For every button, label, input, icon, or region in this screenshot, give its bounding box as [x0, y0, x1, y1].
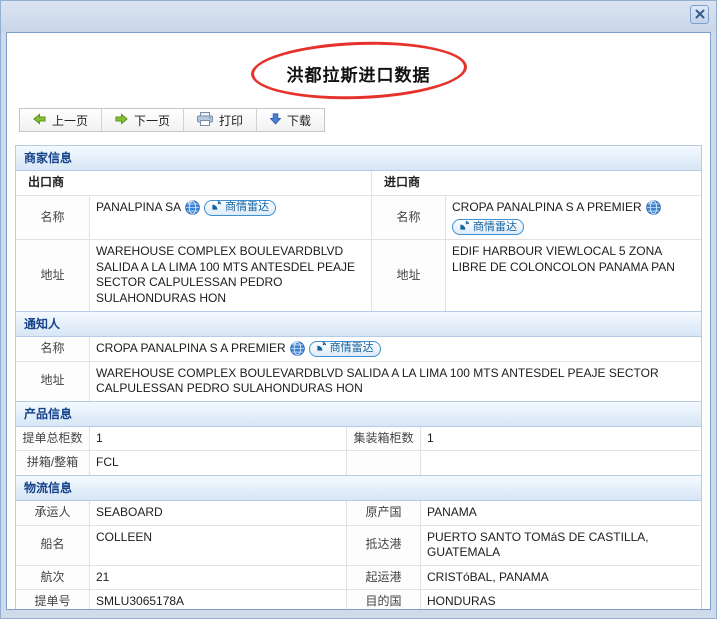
- field-label: 船名: [16, 526, 90, 565]
- section-merchant-header: 商家信息: [16, 146, 701, 171]
- field-value: CRISTóBAL, PANAMA: [421, 566, 701, 590]
- field-value: 21: [90, 566, 347, 590]
- toolbar: 上一页 下一页 打印: [19, 108, 325, 132]
- notify-address-label: 地址: [16, 362, 90, 401]
- title-area: 洪都拉斯进口数据: [7, 41, 710, 101]
- radar-icon: [459, 220, 470, 235]
- field-value: PUERTO SANTO TOMáS DE CASTILLA, GUATEMAL…: [421, 526, 701, 565]
- field-label: 目的国: [347, 590, 421, 610]
- radar-icon: [316, 341, 327, 356]
- section-logistics: 物流信息 承运人 SEABOARD 原产国 PANAMA 船名 COLLEEN …: [16, 475, 701, 610]
- print-button[interactable]: 打印: [184, 109, 257, 131]
- prev-page-button[interactable]: 上一页: [20, 109, 102, 131]
- radar-badge-label: 商情雷达: [225, 200, 269, 214]
- download-button[interactable]: 下载: [257, 109, 324, 131]
- close-button[interactable]: [690, 5, 709, 24]
- radar-badge-button[interactable]: 商情雷达: [204, 200, 276, 216]
- importer-name-value: CROPA PANALPINA S A PREMIER: [452, 200, 642, 216]
- importer-name-label: 名称: [372, 196, 446, 240]
- section-merchant: 商家信息 出口商 进口商 名称 PANALPINA SA: [16, 146, 701, 311]
- page-title: 洪都拉斯进口数据: [7, 61, 710, 86]
- field-value: SMLU3065178A: [90, 590, 347, 610]
- next-page-button[interactable]: 下一页: [102, 109, 184, 131]
- next-page-label: 下一页: [134, 112, 170, 129]
- field-label: 集装箱柜数: [347, 427, 421, 451]
- field-value: COLLEEN: [90, 526, 347, 565]
- field-label: 提单号: [16, 590, 90, 610]
- field-label: 拼箱/整箱: [16, 451, 90, 475]
- details-table: 商家信息 出口商 进口商 名称 PANALPINA SA: [15, 145, 702, 610]
- field-label: 承运人: [16, 501, 90, 525]
- field-value: PANAMA: [421, 501, 701, 525]
- green-right-arrow-icon: [115, 113, 128, 128]
- radar-badge-button[interactable]: 商情雷达: [452, 219, 524, 235]
- radar-icon: [211, 200, 222, 215]
- field-value: [421, 451, 701, 475]
- exporter-column-header: 出口商: [16, 171, 372, 195]
- importer-column-header: 进口商: [372, 171, 701, 195]
- notify-address-value: WAREHOUSE COMPLEX BOULEVARDBLVD SALIDA A…: [90, 362, 701, 401]
- radar-badge-button[interactable]: 商情雷达: [309, 341, 381, 357]
- field-value: HONDURAS: [421, 590, 701, 610]
- exporter-address-value: WAREHOUSE COMPLEX BOULEVARDBLVD SALIDA A…: [90, 240, 372, 310]
- notify-name-value: CROPA PANALPINA S A PREMIER: [96, 341, 286, 357]
- globe-icon[interactable]: [646, 200, 661, 215]
- section-logistics-header: 物流信息: [16, 475, 701, 501]
- print-label: 打印: [219, 112, 243, 129]
- dialog-content-panel: 洪都拉斯进口数据 上一页 下一页: [6, 32, 711, 610]
- radar-badge-label: 商情雷达: [330, 341, 374, 355]
- exporter-name-label: 名称: [16, 196, 90, 240]
- notify-name-label: 名称: [16, 337, 90, 361]
- globe-icon[interactable]: [185, 200, 200, 215]
- field-label: 提单总柜数: [16, 427, 90, 451]
- globe-icon[interactable]: [290, 341, 305, 356]
- green-left-arrow-icon: [33, 113, 46, 128]
- close-icon: [695, 6, 705, 24]
- field-value: 1: [421, 427, 701, 451]
- field-label: [347, 451, 421, 475]
- exporter-address-label: 地址: [16, 240, 90, 310]
- dialog-titlebar: [1, 1, 716, 32]
- field-label: 航次: [16, 566, 90, 590]
- field-label: 起运港: [347, 566, 421, 590]
- exporter-name-value: PANALPINA SA: [96, 200, 181, 216]
- field-label: 原产国: [347, 501, 421, 525]
- download-label: 下载: [287, 112, 311, 129]
- section-notify: 通知人 名称 CROPA PANALPINA S A PREMIER 商情雷达: [16, 311, 701, 401]
- dialog-window: 洪都拉斯进口数据 上一页 下一页: [0, 0, 717, 619]
- section-product: 产品信息 提单总柜数 1 集装箱柜数 1 拼箱/整箱 FCL: [16, 401, 701, 475]
- field-label: 抵达港: [347, 526, 421, 565]
- field-value: 1: [90, 427, 347, 451]
- blue-down-arrow-icon: [270, 113, 281, 128]
- importer-address-value: EDIF HARBOUR VIEWLOCAL 5 ZONA LIBRE DE C…: [446, 240, 701, 310]
- section-notify-header: 通知人: [16, 311, 701, 337]
- section-product-header: 产品信息: [16, 401, 701, 427]
- radar-badge-label: 商情雷达: [473, 220, 517, 234]
- prev-page-label: 上一页: [52, 112, 88, 129]
- field-value: SEABOARD: [90, 501, 347, 525]
- printer-icon: [197, 112, 213, 129]
- field-value: FCL: [90, 451, 347, 475]
- importer-address-label: 地址: [372, 240, 446, 310]
